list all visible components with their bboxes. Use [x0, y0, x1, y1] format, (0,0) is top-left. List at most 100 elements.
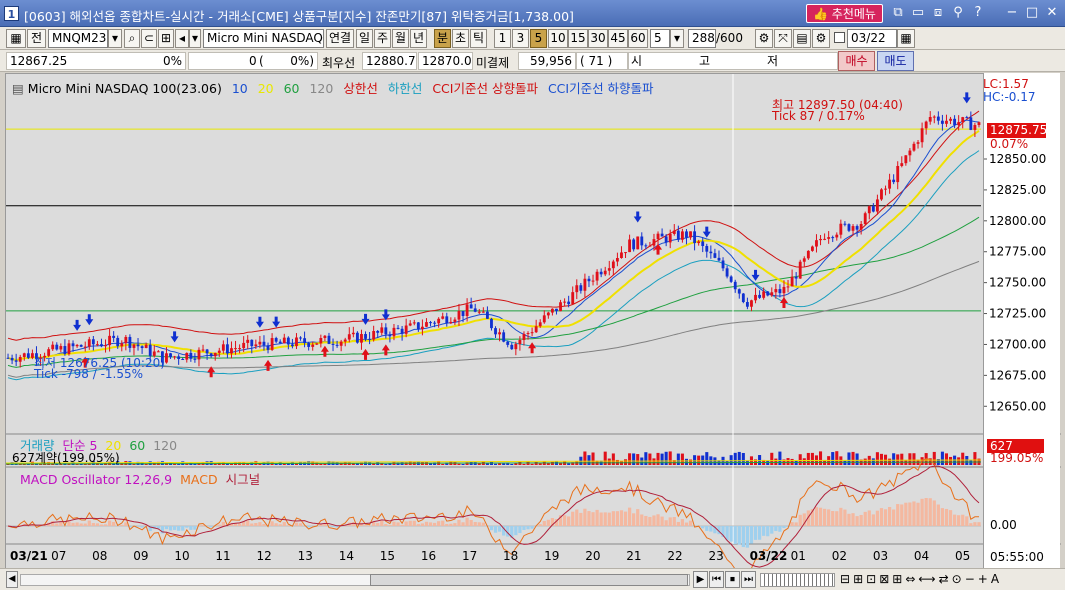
macd-osc-bar	[973, 522, 977, 526]
first-icon[interactable]: ⏮	[709, 571, 724, 588]
candle-body	[124, 336, 128, 344]
macd-osc-bar	[619, 510, 624, 526]
play-icon[interactable]: ▶	[693, 571, 708, 588]
last-icon[interactable]: ⏭	[741, 571, 756, 588]
x-tick-label: 07	[51, 549, 66, 563]
interval-1-button[interactable]: 1	[494, 29, 511, 48]
candle-body	[331, 343, 335, 345]
font-icon[interactable]: A	[991, 572, 1002, 586]
interval-10-button[interactable]: 10	[548, 29, 568, 48]
symbol-code-field[interactable]: MNQM23	[48, 29, 108, 48]
candle-body	[274, 338, 278, 342]
period-tick-button[interactable]: 틱	[470, 29, 487, 48]
count-max-label: /600	[716, 31, 743, 45]
candle-body	[798, 261, 802, 279]
period-month-button[interactable]: 월	[392, 29, 409, 48]
macd-osc-bar	[571, 511, 575, 526]
macd-osc-bar	[644, 515, 648, 526]
macd-osc-bar	[363, 525, 368, 526]
volume-bar	[733, 452, 737, 465]
interval-45-button[interactable]: 45	[608, 29, 628, 48]
y-tick-label: 12825.00	[989, 183, 1046, 197]
macd-osc-bar	[55, 523, 59, 526]
macd-osc-bar	[904, 502, 908, 526]
candle-body	[737, 289, 741, 294]
count-field[interactable]: 288	[688, 29, 716, 48]
zoom-in-box-icon[interactable]: ⊞	[853, 572, 866, 586]
grid-settings-icon[interactable]: ▤	[793, 29, 811, 48]
swap-icon[interactable]: ⇄	[939, 572, 952, 586]
candle-body	[368, 338, 372, 340]
search-icon[interactable]: ⌕	[124, 29, 140, 48]
candle-body	[510, 344, 514, 350]
whole-button[interactable]: 전	[27, 29, 46, 48]
window-number-icon: 1	[4, 6, 19, 21]
zoom-reset-icon[interactable]: ⊠	[879, 572, 892, 586]
expand-icon[interactable]: ⟷	[918, 572, 938, 586]
candle-body	[351, 332, 355, 335]
interval-dropdown-icon[interactable]: ▾	[670, 29, 684, 48]
interval-3-button[interactable]: 3	[512, 29, 529, 48]
grid-icon[interactable]: ⊞	[158, 29, 174, 48]
sound-icon[interactable]: ◂	[175, 29, 189, 48]
candle-body	[278, 341, 282, 344]
candle-body	[583, 278, 587, 291]
pin-icon[interactable]: ⚲	[950, 5, 966, 21]
settings-icon[interactable]: ⚙	[812, 29, 830, 48]
macd-osc-bar	[79, 523, 83, 526]
calendar-icon[interactable]: ▦	[897, 29, 915, 48]
sound-dropdown-icon[interactable]: ▾	[189, 29, 201, 48]
symbol-name-field[interactable]: Micro Mini NASDAQ 10	[203, 29, 324, 48]
recommend-menu-button[interactable]: 👍 추천메뉴	[806, 4, 883, 23]
window-tile-icon[interactable]: ▭	[910, 5, 926, 21]
scroll-left-icon[interactable]: ◀	[6, 571, 18, 588]
window-cascade-icon[interactable]: ⧉	[890, 5, 906, 21]
symbol-dropdown-icon[interactable]: ▾	[108, 29, 122, 48]
candle-body	[79, 344, 83, 347]
zoom-fit-icon[interactable]: ⊡	[866, 572, 879, 586]
candlestick-chart[interactable]: 03/21 07 08 09 10 11 12 13 14 15 16 17 18 19 20 21 22 23 0…	[6, 74, 1061, 570]
period-week-button[interactable]: 주	[374, 29, 391, 48]
link-icon[interactable]: ⊂	[141, 29, 157, 48]
maximize-icon[interactable]: □	[1024, 5, 1040, 21]
interval-input[interactable]: 5	[650, 29, 670, 48]
date-field[interactable]: 03/22	[847, 29, 897, 48]
indicator-icon[interactable]: ⚙	[755, 29, 773, 48]
continuous-button[interactable]: 연결	[326, 29, 354, 48]
interval-60-button[interactable]: 60	[628, 29, 648, 48]
period-day-button[interactable]: 일	[356, 29, 373, 48]
compare-icon[interactable]: ⤧	[774, 29, 792, 48]
period-year-button[interactable]: 년	[410, 29, 427, 48]
sell-button[interactable]: 매도	[877, 51, 914, 71]
macd-osc-bar	[753, 526, 758, 540]
candle-body	[843, 223, 847, 225]
scrollbar-thumb[interactable]	[370, 574, 688, 586]
macd-osc-bar	[863, 511, 867, 526]
chart-icon[interactable]: ▦	[6, 29, 26, 48]
interval-30-button[interactable]: 30	[588, 29, 608, 48]
period-second-button[interactable]: 초	[452, 29, 469, 48]
grid-toggle-icon[interactable]: ⊞	[892, 572, 905, 586]
date-checkbox[interactable]	[834, 32, 845, 43]
period-minute-button[interactable]: 분	[434, 29, 451, 48]
zoom-box-icon[interactable]: ⊟	[840, 572, 853, 586]
minimize-icon[interactable]: −	[1004, 5, 1020, 21]
speed-slider[interactable]	[760, 573, 835, 587]
plus-icon[interactable]: +	[978, 572, 991, 586]
compress-icon[interactable]: ⇔	[905, 572, 918, 586]
interval-5-button[interactable]: 5	[530, 29, 547, 48]
chart-area[interactable]: 03/21 07 08 09 10 11 12 13 14 15 16 17 18 19 20 21 22 23 0…	[5, 73, 1061, 570]
minus-icon[interactable]: −	[965, 572, 978, 586]
window-copy-icon[interactable]: ⧈	[930, 5, 946, 21]
stop-icon[interactable]: ⏹	[725, 571, 740, 588]
volume-bar	[701, 455, 705, 465]
close-icon[interactable]: ✕	[1044, 5, 1060, 21]
interval-15-button[interactable]: 15	[568, 29, 588, 48]
magnify-icon[interactable]: ⊙	[952, 572, 965, 586]
volume-bar	[518, 461, 522, 465]
candle-body	[936, 116, 940, 121]
buy-button[interactable]: 매수	[838, 51, 875, 71]
candle-body	[416, 322, 420, 330]
help-icon[interactable]: ?	[970, 5, 986, 21]
volume-bar	[847, 452, 851, 465]
